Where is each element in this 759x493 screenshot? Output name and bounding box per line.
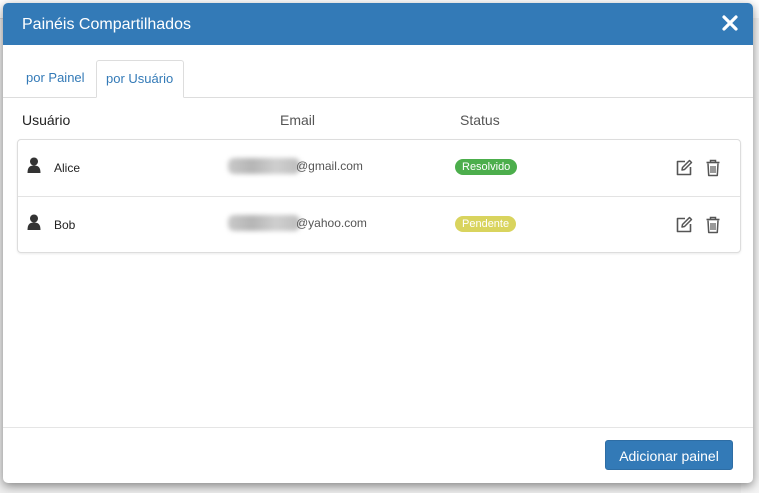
email-cell: @yahoo.com [228, 215, 367, 231]
table-row: Bob @yahoo.com Pendente [18, 196, 740, 252]
modal-title: Painéis Compartilhados [22, 16, 191, 33]
trash-icon[interactable] [706, 216, 720, 234]
modal-header: Painéis Compartilhados [3, 3, 753, 45]
user-name: Alice [54, 161, 81, 175]
email-redacted [228, 158, 300, 174]
user-icon [27, 214, 41, 230]
column-header-user: Usuário [22, 112, 71, 128]
table-row: Alice @gmail.com Resolvido [18, 140, 740, 196]
email-domain: @gmail.com [296, 159, 363, 173]
edit-icon[interactable] [675, 159, 693, 177]
shared-users-list: Alice @gmail.com Resolvido Bob @yahoo.co… [17, 139, 741, 253]
column-header-status: Status [460, 112, 500, 128]
modal-footer: Adicionar painel [3, 427, 753, 483]
close-icon[interactable] [721, 14, 739, 32]
trash-icon[interactable] [706, 159, 720, 177]
shared-panels-modal: Painéis Compartilhados por Painel por Us… [3, 3, 753, 483]
add-panel-button[interactable]: Adicionar painel [605, 440, 733, 470]
column-header-email: Email [280, 112, 316, 128]
edit-icon[interactable] [675, 216, 693, 234]
status-badge: Pendente [455, 216, 517, 232]
email-domain: @yahoo.com [296, 216, 367, 230]
status-badge: Resolvido [455, 159, 518, 175]
user-icon [27, 157, 41, 173]
email-redacted [228, 215, 300, 231]
tab-por-usuario[interactable]: por Usuário [96, 60, 184, 98]
email-cell: @gmail.com [228, 158, 363, 174]
tab-por-painel[interactable]: por Painel [17, 60, 97, 96]
user-name: Bob [54, 218, 76, 232]
tab-bar: por Painel por Usuário [3, 60, 753, 98]
